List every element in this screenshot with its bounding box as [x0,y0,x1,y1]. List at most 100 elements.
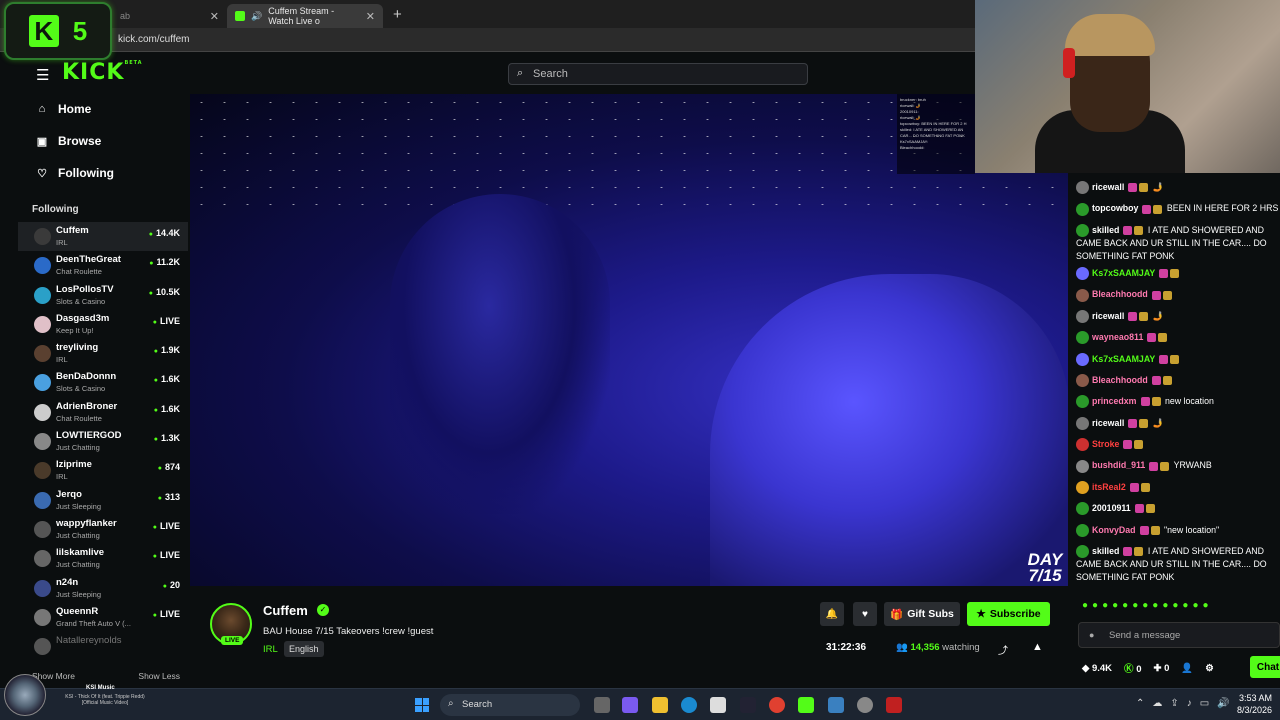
chat-username[interactable]: Ks7xSAAMJAY [1092,268,1155,278]
sidebar-channel[interactable]: n24nJust Sleeping 20 [18,574,188,603]
chat-username[interactable]: 20010911 [1092,503,1131,513]
taskbar-search[interactable]: ⌕ Search [440,694,580,716]
emoji-icon[interactable]: ● [1089,630,1094,640]
browser-tab[interactable]: ab ✕ [112,4,227,28]
subscribe-button[interactable]: ★ Subscribe [967,602,1050,626]
windows-start-icon[interactable] [415,698,429,712]
chat-username[interactable]: itsReal2 [1092,482,1126,492]
sidebar-channel[interactable]: AdrienBronerChat Roulette 1.6K [18,398,188,427]
channel-avatar [34,403,51,421]
report-icon[interactable]: ▲ [1032,641,1043,653]
sidebar-channel[interactable]: JerqoJust Sleeping 313 [18,486,188,515]
close-tab-icon[interactable]: ✕ [210,10,219,23]
chat-username[interactable]: Ks7xSAAMJAY [1092,354,1155,364]
plus-display[interactable]: ✚ 0 [1153,663,1169,674]
points-display[interactable]: ◆ 9.4K [1082,663,1112,674]
chat-username[interactable]: Stroke [1092,439,1119,449]
chat-username[interactable]: princedxm [1092,396,1137,406]
gift-badge-icon [1170,269,1180,279]
nav-browse-label: Browse [58,134,102,148]
new-tab-icon[interactable]: + [393,6,402,23]
task-view-icon[interactable] [594,697,610,713]
chat-username[interactable]: ricewall [1092,311,1124,321]
sidebar-channel[interactable]: BenDaDonnnSlots & Casino 1.6K [18,368,188,397]
chat-username[interactable]: ricewall [1092,182,1124,192]
chat-username[interactable]: bushdid_911 [1092,460,1145,470]
nav-browse[interactable]: ▣ Browse [36,134,102,148]
sidebar-channel[interactable]: DeenTheGreatChat Roulette 11.2K [18,251,188,280]
browser-tab-active[interactable]: 🔊 Cuffem Stream - Watch Live o ✕ [227,4,383,28]
sidebar-channel[interactable]: IziprimeIRL 874 [18,456,188,485]
chat-user-badge-icon [1076,374,1089,388]
app-icon[interactable] [886,697,902,713]
webcam-overlay [975,0,1280,173]
address-bar[interactable]: kick.com/cuffem [0,28,975,52]
close-tab-icon[interactable]: ✕ [366,10,375,23]
terminal-icon[interactable] [740,697,756,713]
follow-button[interactable]: ♥ [853,602,877,626]
clock[interactable]: 3:53 AM 8/3/2026 [1237,692,1272,716]
speaker-icon[interactable]: 🔊 [251,11,262,22]
stream-category[interactable]: IRL [263,644,278,655]
search-input[interactable]: ⌕ Search [508,63,808,85]
sidebar-channel[interactable]: Dasgasd3mKeep It Up! LIVE [18,310,188,339]
chat-username[interactable]: KonvyDad [1092,525,1136,535]
user-icon[interactable]: 👤 [1181,663,1193,674]
chat-message: ricewall 🤳 [1076,413,1280,434]
sidebar-channel[interactable]: Natallereynolds [18,632,188,661]
sidebar-channel[interactable]: LOWTIERGODJust Chatting 1.3K [18,427,188,456]
following-channel-list: CuffemIRL14.4KDeenTheGreatChat Roulette1… [18,222,188,661]
channel-category: Just Chatting [56,530,100,540]
nav-following[interactable]: ♡ Following [36,166,114,180]
photos-icon[interactable] [828,697,844,713]
system-tray-icons[interactable]: ⌃☁⇪♪▭🔊 [1136,698,1238,709]
kick-app-icon[interactable] [798,697,814,713]
share-icon[interactable]: ⤴ [998,642,1008,657]
sub-badge-icon [1134,504,1144,514]
chat-username[interactable]: ricewall [1092,418,1124,428]
live-badge: LIVE [221,636,244,645]
chat-input[interactable]: ● Send a message [1078,622,1280,648]
chat-username[interactable]: Bleachhoodd [1092,289,1148,299]
channel-name: Iziprime [56,459,92,471]
sidebar-channel[interactable]: LosPollosTVSlots & Casino 10.5K [18,281,188,310]
chat-username[interactable]: skilled [1092,546,1119,556]
chat-username[interactable]: skilled [1092,225,1119,235]
chat-username[interactable]: topcowboy [1092,203,1138,213]
menu-icon[interactable]: ☰ [36,66,49,84]
channel-category: IRL [56,472,68,482]
channel-avatar [34,638,51,656]
store-icon[interactable] [710,697,726,713]
language-tag[interactable]: English [284,641,324,657]
chrome-icon[interactable] [769,697,785,713]
gift-icon: 🎁 [890,608,904,621]
chat-username[interactable]: wayneao811 [1092,332,1143,342]
chat-username[interactable]: Bleachhoodd [1092,375,1148,385]
channel-viewers: LIVE [153,550,180,560]
copilot-icon[interactable] [622,697,638,713]
sidebar-channel[interactable]: wappyflankerJust Chatting LIVE [18,515,188,544]
sidebar-channel[interactable]: QueennRGrand Theft Auto V (... LIVE [18,603,188,632]
streamer-name[interactable]: Cuffem [263,603,308,618]
kick-logo[interactable]: KICKBETA [62,60,143,85]
browser-tab-bar: ab ✕ 🔊 Cuffem Stream - Watch Live o ✕ + [0,0,975,28]
gift-badge-icon [1160,461,1170,471]
chat-user-badge-icon [1076,309,1089,323]
channel-avatar [34,462,51,480]
obs-icon[interactable] [857,697,873,713]
sidebar-channel[interactable]: Cuffem IRL 14.4K [18,222,188,252]
sidebar-channel[interactable]: lilskamliveJust Chatting LIVE [18,544,188,573]
chat-send-button[interactable]: Chat [1250,656,1280,678]
nav-home[interactable]: ⌂ Home [36,102,92,116]
gift-badge-icon [1134,225,1144,235]
settings-icon[interactable]: ⚙ [1205,663,1214,674]
sidebar-channel[interactable]: treylivingIRL 1.9K [18,339,188,368]
file-explorer-icon[interactable] [652,697,668,713]
emote-bar[interactable]: ●●●●●●●●●●●●● [1082,600,1213,611]
gift-subs-button[interactable]: 🎁 Gift Subs [884,602,960,626]
url-text[interactable]: kick.com/cuffem [118,34,190,45]
edge-icon[interactable] [681,697,697,713]
notification-bell-button[interactable]: 🔔 [820,602,844,626]
kcoins-display[interactable]: Ⓚ 0 [1124,661,1141,675]
channel-avatar [34,491,51,509]
